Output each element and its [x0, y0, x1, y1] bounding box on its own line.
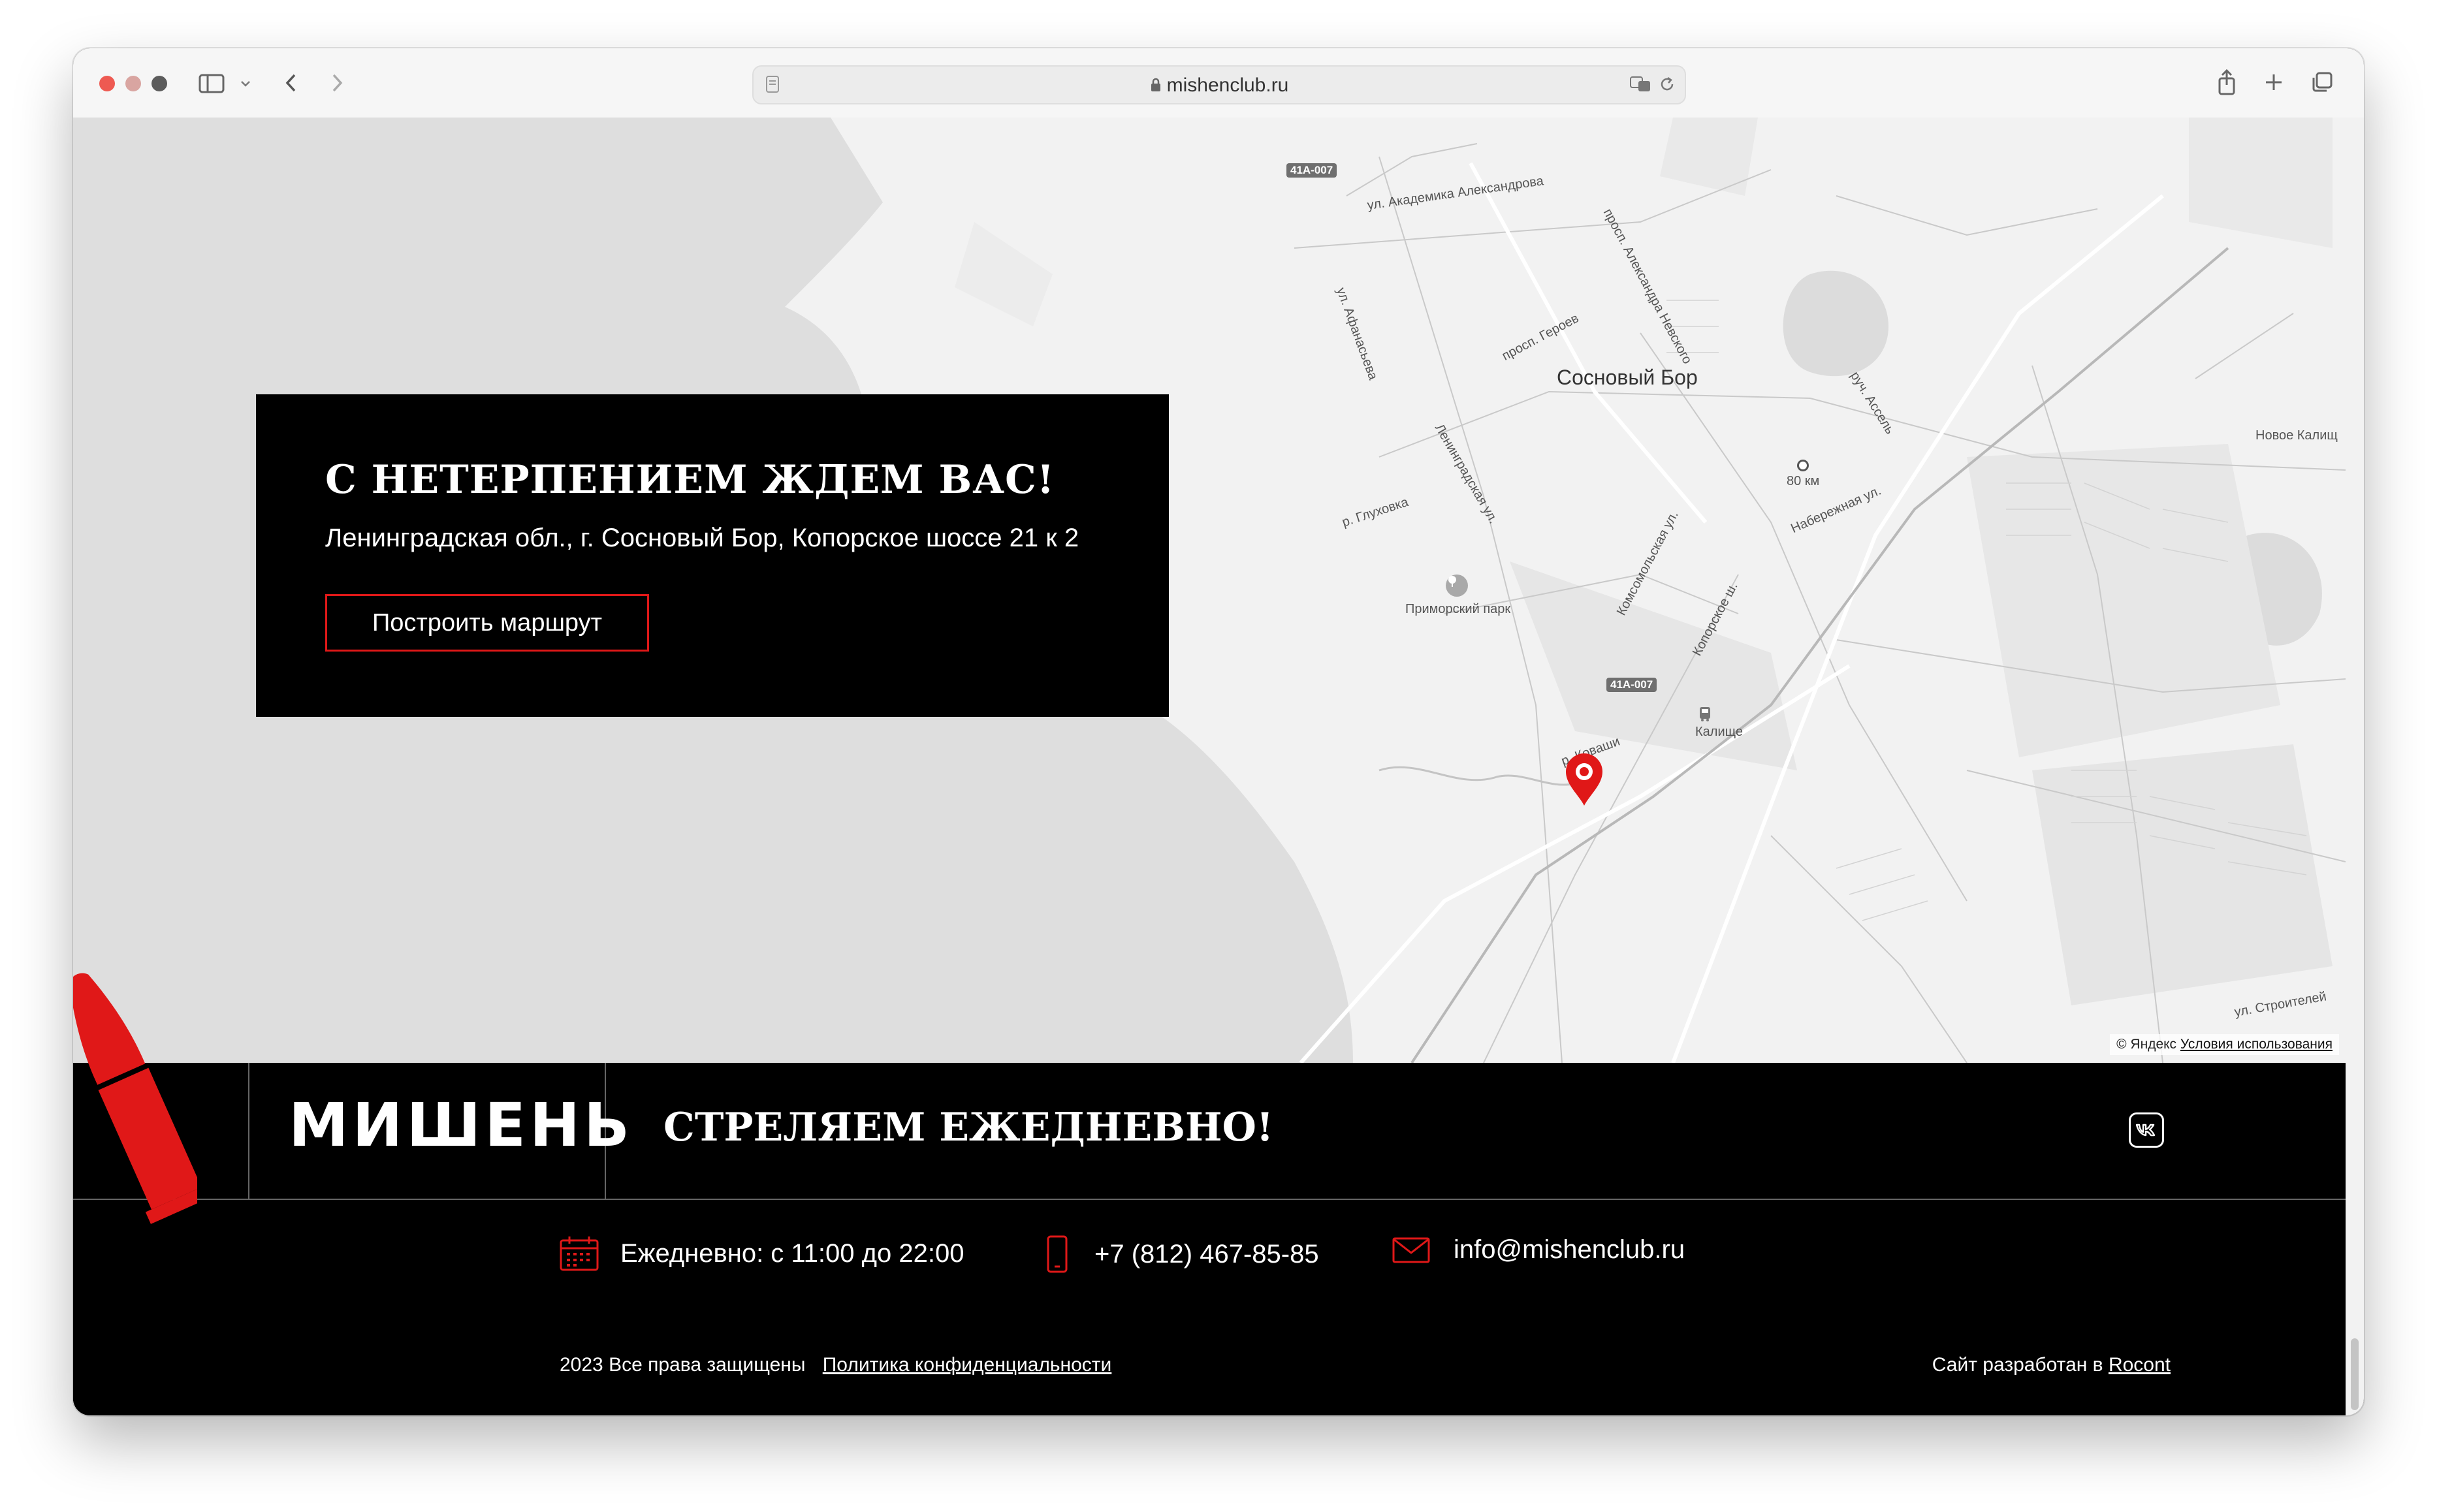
location-marker-icon[interactable] [1563, 752, 1605, 807]
contact-hours: Ежедневно: с 11:00 до 22:00 [559, 1235, 964, 1272]
mail-icon [1392, 1237, 1430, 1263]
road-badge: 41А-007 [1606, 678, 1657, 692]
card-address: Ленинградская обл., г. Сосновый Бор, Коп… [325, 524, 1079, 552]
contact-card: С НЕТЕРПЕНИЕМ ЖДЕМ ВАС! Ленинградская об… [256, 394, 1169, 717]
hours-text: Ежедневно: с 11:00 до 22:00 [620, 1238, 964, 1268]
map-label: Калище [1695, 725, 1743, 739]
minimize-window-button[interactable] [125, 76, 141, 91]
attribution-text: © Яндекс [2116, 1037, 2177, 1052]
site-footer: МИШЕНЬ СТРЕЛЯЕМ ЕЖЕДНЕВНО! Ежедневно: с … [73, 1063, 2346, 1415]
lock-icon [1150, 76, 1162, 98]
map-label-city: Сосновый Бор [1557, 366, 1698, 389]
calendar-icon [560, 1236, 599, 1271]
tab-overview-icon[interactable] [2309, 69, 2335, 95]
reload-icon[interactable] [1656, 73, 1678, 95]
new-tab-icon[interactable] [2261, 69, 2287, 95]
km-marker-icon [1797, 460, 1809, 471]
copyright-text: 2023 Все права защищены [560, 1354, 806, 1376]
road-badge: 41А-007 [1286, 163, 1337, 178]
card-title: С НЕТЕРПЕНИЕМ ЖДЕМ ВАС! [325, 457, 1055, 503]
map-label: Приморский парк [1405, 602, 1511, 616]
contact-email[interactable]: info@mishenclub.ru [1392, 1235, 1685, 1265]
close-window-button[interactable] [99, 76, 115, 91]
forward-icon[interactable] [327, 69, 347, 97]
map-label: Новое Калищ [2255, 428, 2338, 443]
footer-slogan: СТРЕЛЯЕМ ЕЖЕДНЕВНО! [663, 1105, 1274, 1150]
map-label: 80 км [1787, 474, 1820, 488]
terms-link[interactable]: Условия использования [2180, 1037, 2333, 1052]
build-route-button[interactable]: Построить маршрут [325, 594, 649, 652]
contact-phone[interactable]: +7 (812) 467-85-85 [1046, 1235, 1319, 1273]
park-icon [1446, 575, 1468, 597]
bus-stop-icon [1696, 705, 1713, 722]
back-icon[interactable] [281, 69, 302, 97]
address-url: mishenclub.ru [754, 74, 1685, 98]
browser-window: mishenclub.ru 41А-007 41А-007 Сосновый Б… [73, 48, 2364, 1415]
footer-divider [248, 1063, 249, 1199]
phone-link[interactable]: +7 (812) 467-85-85 [1094, 1240, 1319, 1269]
url-text: mishenclub.ru [1166, 74, 1289, 96]
share-icon[interactable] [2214, 67, 2240, 98]
chevron-down-icon[interactable] [239, 74, 252, 93]
address-bar[interactable]: mishenclub.ru [752, 65, 1686, 104]
site-logo[interactable]: МИШЕНЬ [289, 1090, 633, 1160]
developer-link[interactable]: Rocont [2109, 1354, 2171, 1376]
phone-icon [1047, 1235, 1068, 1273]
vk-icon[interactable] [2129, 1112, 2164, 1148]
email-link[interactable]: info@mishenclub.ru [1454, 1235, 1685, 1265]
credit-text: Сайт разработан в [1932, 1354, 2103, 1376]
yandex-map[interactable]: 41А-007 41А-007 Сосновый Бор Новое Калищ… [73, 118, 2346, 1063]
developer-credit: Сайт разработан в Rocont [1932, 1354, 2171, 1376]
page-content: 41А-007 41А-007 Сосновый Бор Новое Калищ… [73, 118, 2346, 1415]
browser-toolbar: mishenclub.ru [73, 48, 2364, 119]
footer-divider [73, 1199, 2346, 1200]
translate-icon[interactable] [1629, 73, 1653, 95]
sidebar-toggle-icon[interactable] [199, 71, 225, 97]
page-scrollbar[interactable] [2346, 118, 2364, 1415]
zoom-window-button[interactable] [151, 76, 167, 91]
privacy-policy-link[interactable]: Политика конфиденциальности [823, 1354, 1112, 1376]
scrollbar-thumb[interactable] [2351, 1338, 2359, 1410]
copyright: 2023 Все права защищены Политика конфиде… [560, 1354, 1111, 1376]
bullet-decoration [73, 961, 213, 1238]
map-attribution: © Яндекс Условия использования [2110, 1034, 2339, 1055]
